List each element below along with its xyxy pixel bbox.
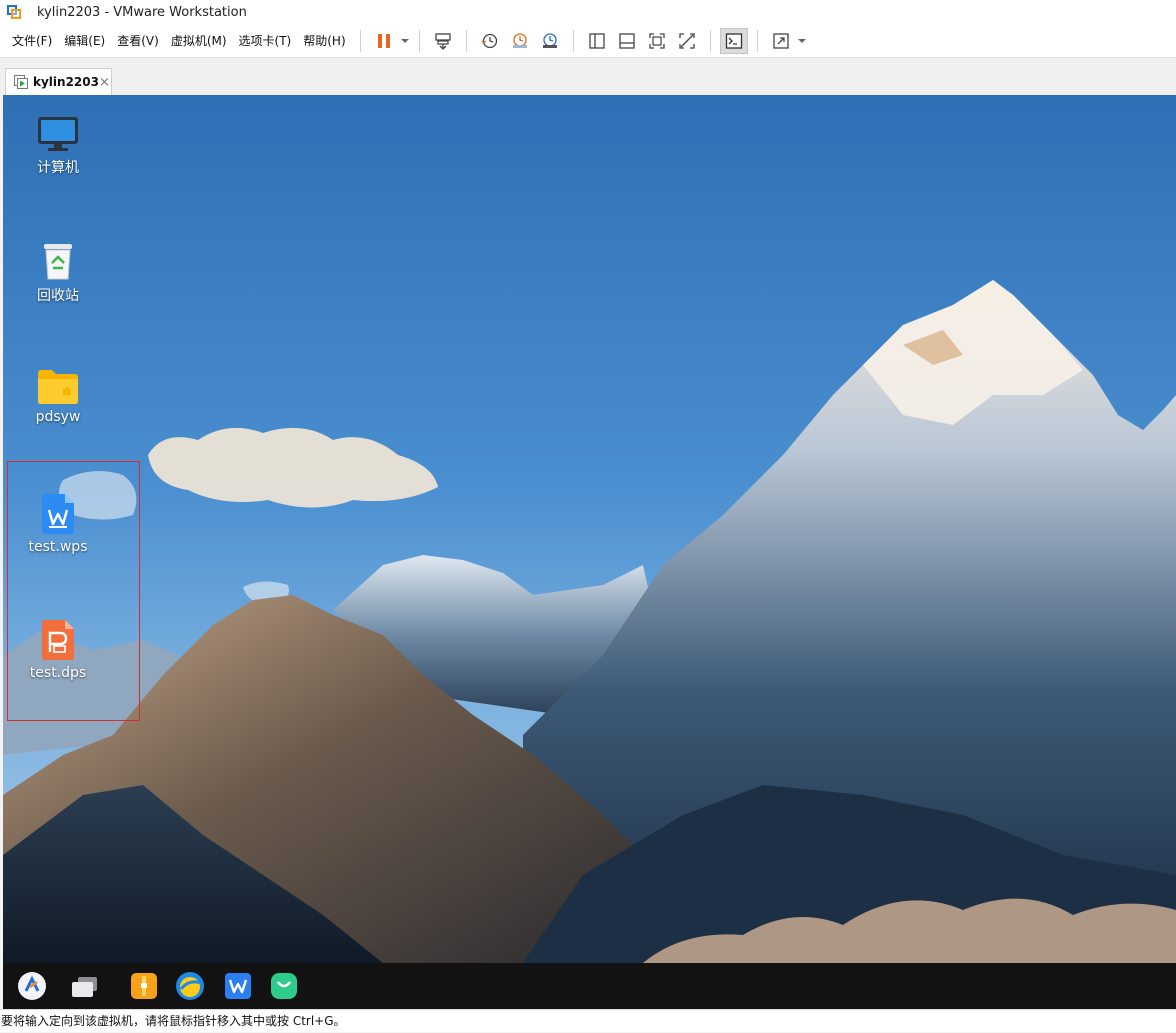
taskbar-wps-office[interactable] [223, 971, 253, 1001]
home-folder-icon [38, 370, 78, 404]
tab-close-icon[interactable]: × [99, 75, 110, 90]
power-dropdown[interactable] [399, 28, 411, 54]
vmware-logo-icon [7, 5, 21, 19]
desktop-icon-label: 计算机 [37, 160, 79, 176]
title-bar: kylin2203 - VMware Workstation [0, 0, 1176, 24]
dropdown-arrow-icon [797, 38, 806, 43]
vm-running-icon [14, 75, 28, 89]
dropdown-arrow-icon [400, 38, 409, 43]
window-title: kylin2203 - VMware Workstation [37, 4, 247, 20]
stretch-guest-icon [772, 32, 789, 49]
toolbar-separator [756, 29, 758, 52]
taskbar-multitask-view[interactable] [69, 971, 99, 1001]
menu-edit[interactable]: 编辑(E) [58, 29, 111, 53]
taskbar-file-manager[interactable] [129, 971, 159, 1001]
taskbar-software-store[interactable] [269, 971, 299, 1001]
status-bar: 要将输入定向到该虚拟机，请将鼠标指针移入其中或按 Ctrl+G。 [0, 1009, 1176, 1032]
stretch-dropdown[interactable] [796, 28, 808, 54]
menu-vm[interactable]: 虚拟机(M) [165, 29, 233, 53]
console-view-icon [725, 32, 742, 49]
menu-help[interactable]: 帮助(H) [297, 29, 351, 53]
pause-button[interactable] [370, 28, 398, 54]
menu-file[interactable]: 文件(F) [6, 29, 58, 53]
desktop-icon-label: 回收站 [37, 288, 79, 304]
toolbar-separator [465, 29, 467, 52]
show-library-button[interactable] [583, 28, 611, 54]
taskbar-browser[interactable] [175, 971, 205, 1001]
start-menu-icon [18, 972, 46, 1000]
desktop-icon-computer[interactable]: 计算机 [3, 115, 113, 177]
desktop-icon-label: pdsyw [35, 409, 81, 425]
tab-strip: kylin2203 × [0, 58, 1176, 95]
snapshot-icon [481, 33, 497, 48]
menu-tabs[interactable]: 选项卡(T) [233, 29, 298, 53]
revert-snapshot-button[interactable] [506, 28, 534, 54]
taskbar-start-menu[interactable] [17, 971, 47, 1001]
recycle-bin-icon [44, 244, 72, 280]
desktop-icon-recycle-bin[interactable]: 回收站 [3, 241, 113, 305]
toolbar-separator [572, 29, 574, 52]
toolbar-separator [418, 29, 420, 52]
send-ctrl-alt-del-button[interactable] [429, 28, 457, 54]
software-store-icon [271, 973, 297, 999]
show-library-icon [588, 32, 605, 49]
menu-view[interactable]: 查看(V) [111, 29, 165, 53]
unity-icon [678, 32, 695, 49]
annotation-highlight-box [7, 461, 140, 721]
status-text: 要将输入定向到该虚拟机，请将鼠标指针移入其中或按 Ctrl+G。 [1, 1014, 346, 1028]
toolbar-separator [359, 29, 361, 52]
menu-toolbar: 文件(F) 编辑(E) 查看(V) 虚拟机(M) 选项卡(T) 帮助(H) [0, 24, 1176, 58]
snapshot-button[interactable] [476, 28, 504, 54]
console-view-button[interactable] [719, 27, 748, 54]
thumbnail-bar-icon [618, 32, 635, 49]
computer-icon [38, 117, 78, 151]
vm-screen[interactable]: 计算机 回收站 pdsyw test.wps test.dps [3, 95, 1176, 1009]
multitask-view-icon [72, 977, 97, 997]
file-manager-icon [131, 973, 157, 999]
wps-office-icon [225, 973, 251, 999]
fullscreen-button[interactable] [643, 28, 671, 54]
thumbnail-bar-button[interactable] [613, 28, 641, 54]
pause-icon [377, 33, 390, 48]
unity-button[interactable] [673, 28, 701, 54]
fullscreen-icon [648, 32, 665, 49]
send-ctrl-alt-del-icon [434, 32, 451, 50]
tab-kylin2203[interactable]: kylin2203 × [5, 68, 112, 95]
snapshot-manager-button[interactable] [536, 28, 564, 54]
toolbar-separator [709, 29, 711, 52]
snapshot-manager-icon [542, 32, 557, 48]
taskbar [3, 963, 1176, 1009]
mountain-wallpaper [3, 95, 1176, 963]
tab-label: kylin2203 [33, 75, 99, 89]
revert-snapshot-icon [512, 32, 527, 48]
browser-icon [176, 972, 204, 1000]
stretch-guest-button[interactable] [767, 28, 795, 54]
desktop-icon-home-folder[interactable]: pdsyw [3, 367, 113, 425]
